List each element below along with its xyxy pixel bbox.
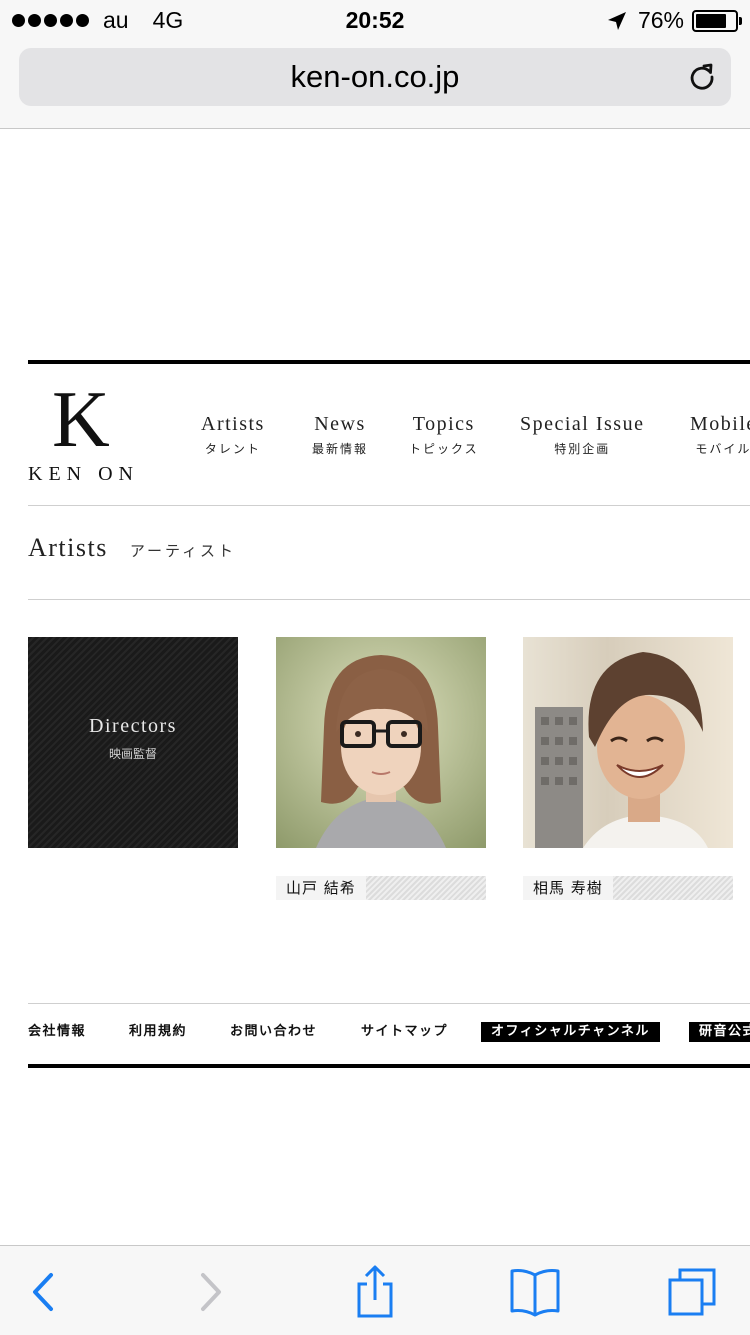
tabs-button[interactable]: [664, 1264, 720, 1320]
browser-toolbar: [0, 1245, 750, 1335]
nav-label-en: Special Issue: [520, 413, 645, 435]
artist-name-tag-1[interactable]: 山戸 結希: [276, 876, 486, 900]
header-divider: [28, 505, 750, 506]
section-title-jp: アーティスト: [129, 542, 237, 560]
url-text[interactable]: ken-on.co.jp: [19, 48, 731, 106]
status-right: 76%: [606, 7, 742, 34]
nav-label-jp: トピックス: [409, 442, 479, 456]
battery-icon: [692, 9, 742, 32]
artist-portrait-image: [523, 637, 733, 848]
footer-link-terms[interactable]: 利用規約: [129, 1022, 187, 1042]
site-logo[interactable]: K KEN ON: [28, 378, 158, 488]
artist-photo-2[interactable]: [523, 637, 733, 848]
battery-percent: 76%: [637, 7, 684, 33]
nav-label-jp: 特別企画: [554, 442, 611, 456]
footer-link-company[interactable]: 会社情報: [28, 1022, 86, 1042]
nav-label-en: News: [314, 413, 366, 435]
share-button[interactable]: [347, 1264, 403, 1320]
forward-icon: [201, 1273, 221, 1311]
forward-button[interactable]: [183, 1264, 239, 1320]
nav-label-en: Topics: [412, 413, 475, 435]
nav-label-en: Artists: [201, 413, 265, 435]
footer-link-official-channel[interactable]: オフィシャルチャンネル: [481, 1022, 660, 1042]
section-title: Artists アーティスト: [28, 533, 236, 563]
artist-name-2: 相馬 寿樹: [523, 876, 613, 900]
artist-photo-1[interactable]: [276, 637, 486, 848]
header-top-rule: [28, 360, 750, 364]
footer-link-sitemap[interactable]: サイトマップ: [361, 1022, 448, 1042]
browser-address-area: ken-on.co.jp: [0, 40, 750, 129]
nav-special-issue[interactable]: Special Issue 特別企画: [520, 413, 644, 457]
artist-portrait-image: [276, 637, 486, 848]
nav-news[interactable]: News 最新情報: [312, 413, 368, 457]
nav-label-jp: タレント: [204, 442, 261, 456]
nav-artists[interactable]: Artists タレント: [201, 413, 265, 457]
directors-label-jp: 映画監督: [108, 747, 157, 761]
artist-name-1: 山戸 結希: [276, 876, 366, 900]
nav-label-en: Mobile: [690, 413, 750, 435]
status-bar: au 4G 20:52 76%: [0, 0, 750, 40]
nav-mobile[interactable]: Mobile モバイル: [690, 413, 750, 457]
back-button[interactable]: [15, 1264, 71, 1320]
footer-divider: [28, 1003, 750, 1004]
share-icon: [357, 1265, 393, 1318]
footer-links: 会社情報 利用規約 お問い合わせ サイトマップ オフィシャルチャンネル 研音公式: [28, 1022, 750, 1046]
bookmarks-button[interactable]: [507, 1264, 563, 1320]
tabs-icon: [668, 1268, 716, 1316]
logo-name: KEN ON: [28, 463, 139, 485]
section-divider: [28, 599, 750, 600]
nav-topics[interactable]: Topics トピックス: [409, 413, 479, 457]
footer-bottom-rule: [28, 1064, 750, 1068]
address-bar[interactable]: ken-on.co.jp: [19, 48, 731, 106]
back-icon: [33, 1273, 53, 1311]
artist-name-tag-2[interactable]: 相馬 寿樹: [523, 876, 733, 900]
nav-label-jp: 最新情報: [312, 442, 369, 456]
bookmarks-icon: [510, 1269, 560, 1317]
reload-icon[interactable]: [687, 62, 717, 92]
footer-link-contact[interactable]: お問い合わせ: [230, 1022, 317, 1042]
location-arrow-icon: [607, 11, 626, 30]
directors-card[interactable]: Directors 映画監督: [28, 637, 238, 848]
directors-label-en: Directors: [89, 715, 177, 737]
nav-label-jp: モバイル: [695, 442, 750, 456]
footer-link-official[interactable]: 研音公式: [689, 1022, 750, 1042]
logo-letter: K: [52, 376, 110, 464]
section-title-en: Artists: [28, 533, 108, 562]
